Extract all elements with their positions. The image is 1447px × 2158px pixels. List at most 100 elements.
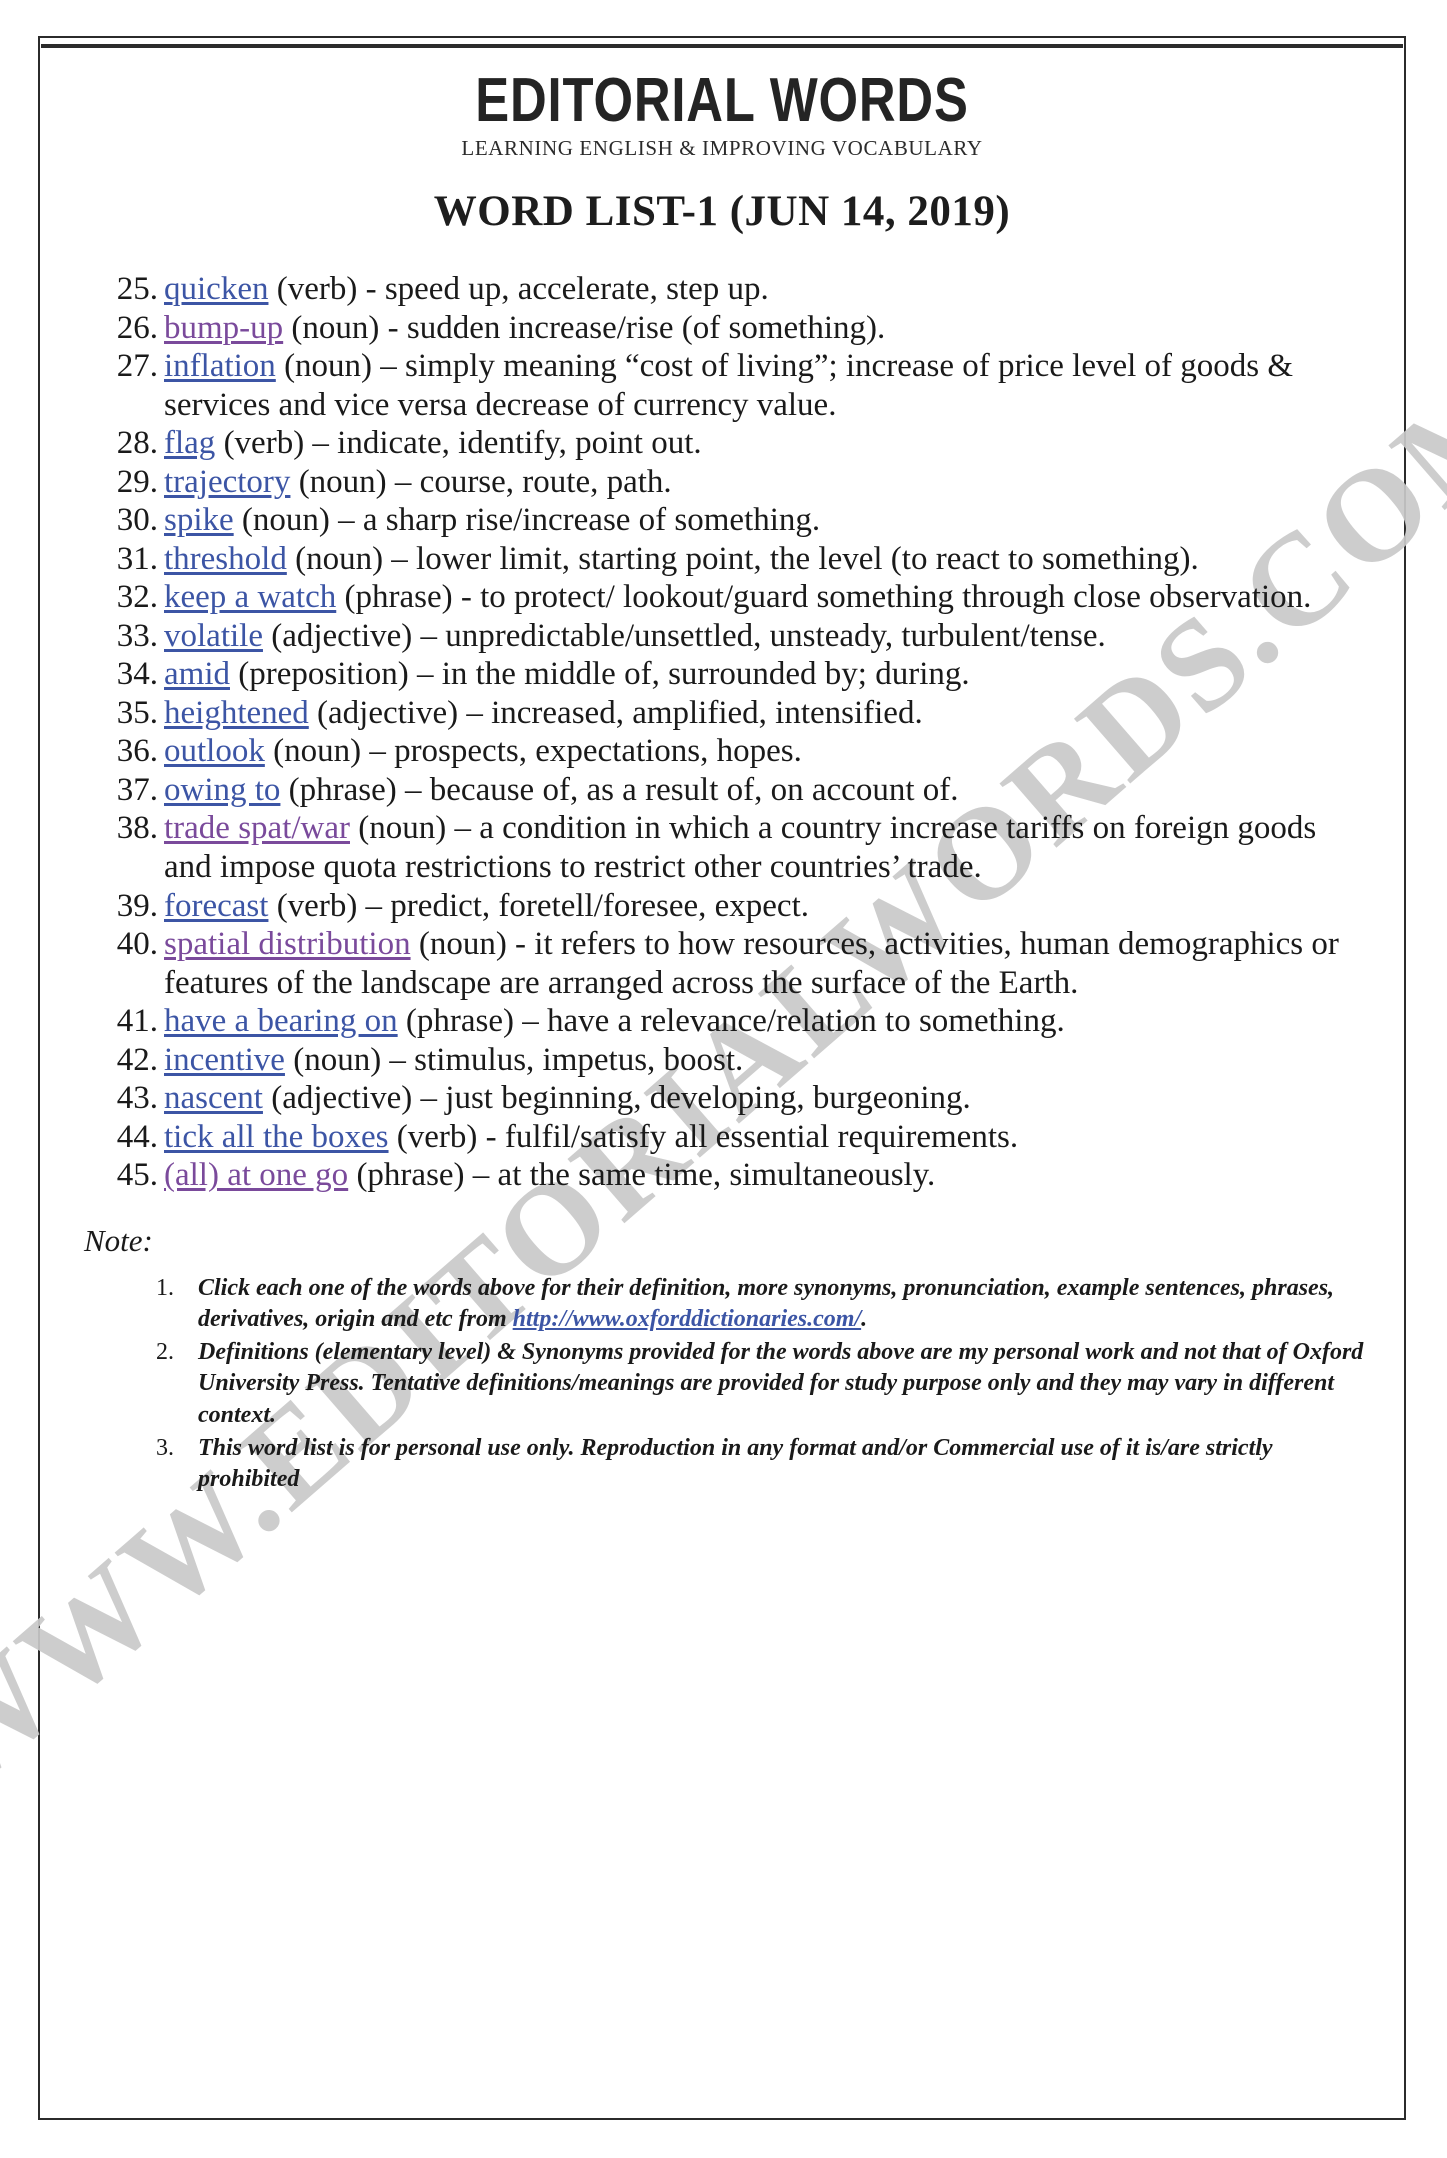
word-entry: 27. inflation (noun) – simply meaning “co… (100, 347, 1346, 424)
word-definition: (preposition) – in the middle of, surrou… (229, 656, 970, 693)
note-section: Note: 1. Click each one of the words abov… (40, 1223, 1404, 1495)
word-definition: (noun) – a sharp rise/increase of someth… (233, 502, 821, 539)
word-entry-number: 30. (116, 502, 158, 539)
word-entry-number: 32. (116, 579, 158, 616)
word-entry-number: 41. (116, 1003, 158, 1040)
word-headword-link[interactable]: outlook (164, 733, 265, 769)
word-definition: (adjective) – just beginning, developing… (262, 1080, 971, 1117)
word-definition: (phrase) – at the same time, simultaneou… (348, 1157, 936, 1194)
oxford-dictionaries-link[interactable]: http://www.oxforddictionaries.com/ (513, 1306, 861, 1332)
word-headword-link[interactable]: tick all the boxes (164, 1119, 389, 1155)
word-headword-link[interactable]: keep a watch (164, 579, 336, 615)
note-item: 1. Click each one of the words above for … (140, 1273, 1364, 1335)
masthead-rule (41, 44, 1403, 48)
word-headword-link[interactable]: volatile (164, 618, 263, 654)
word-definition: (noun) – course, route, path. (290, 463, 672, 500)
word-headword-link[interactable]: nascent (164, 1080, 263, 1116)
word-definition: (verb) - fulfil/satisfy all essential re… (388, 1118, 1019, 1155)
note-item: 2. Definitions (elementary level) & Synon… (140, 1337, 1364, 1431)
page-content: EDITORIAL WORDS LEARNING ENGLISH & IMPRO… (40, 38, 1404, 2118)
word-definition: (noun) – prospects, expectations, hopes. (264, 733, 802, 770)
word-entry-number: 26. (116, 309, 158, 346)
word-entry: 33. volatile (adjective) – unpredictable/… (100, 617, 1346, 656)
word-headword-link[interactable]: threshold (164, 541, 287, 577)
word-entry: 30. spike (noun) – a sharp rise/increase … (100, 501, 1346, 540)
brand-title: EDITORIAL WORDS (475, 66, 969, 135)
word-entry-number: 33. (116, 617, 158, 654)
word-headword-link[interactable]: quicken (164, 271, 268, 307)
word-entry: 39. forecast (verb) – predict, foretell/f… (100, 887, 1346, 926)
word-entry-number: 29. (116, 463, 158, 500)
word-entry-number: 45. (116, 1157, 158, 1194)
masthead: EDITORIAL WORDS LEARNING ENGLISH & IMPRO… (40, 38, 1404, 236)
word-entry: 26. bump-up (noun) - sudden increase/rise… (100, 309, 1346, 348)
word-entry-number: 39. (116, 887, 158, 924)
word-headword-link[interactable]: bump-up (164, 310, 283, 346)
word-entry: 36. outlook (noun) – prospects, expectati… (100, 732, 1346, 771)
word-entry: 25. quicken (verb) - speed up, accelerate… (100, 270, 1346, 309)
word-definition: (verb) – predict, foretell/foresee, expe… (268, 887, 809, 924)
word-definition: (verb) - speed up, accelerate, step up. (268, 271, 769, 307)
word-entry-number: 31. (116, 540, 158, 577)
word-entry-number: 43. (116, 1080, 158, 1117)
word-headword-link[interactable]: flag (164, 425, 215, 461)
word-entry: 42. incentive (noun) – stimulus, impetus,… (100, 1041, 1346, 1080)
note-list: 1. Click each one of the words above for … (84, 1273, 1364, 1495)
note-item-text: This word list is for personal use only.… (198, 1434, 1273, 1492)
word-headword-link[interactable]: incentive (164, 1042, 285, 1078)
word-definition: (phrase) – have a relevance/relation to … (397, 1003, 1065, 1040)
word-entry: 34. amid (preposition) – in the middle of… (100, 655, 1346, 694)
word-entry: 32. keep a watch (phrase) - to protect/ l… (100, 578, 1346, 617)
word-definition: (verb) – indicate, identify, point out. (215, 425, 702, 462)
page-title: WORD LIST-1 (JUN 14, 2019) (433, 188, 1011, 235)
word-definition: (phrase) – because of, as a result of, o… (280, 771, 959, 808)
word-entry-number: 35. (116, 694, 158, 731)
word-entry-number: 38. (116, 810, 158, 847)
word-entry-number: 44. (116, 1118, 158, 1155)
word-headword-link[interactable]: owing to (164, 772, 280, 808)
word-entry: 37. owing to (phrase) – because of, as a … (100, 771, 1346, 810)
word-headword-link[interactable]: inflation (164, 348, 276, 384)
word-headword-link[interactable]: (all) at one go (164, 1157, 348, 1193)
worksheet-page: WWW.EDITORIALWORDS.COM EDITORIAL WORDS L… (0, 0, 1447, 2158)
note-label: Note: (84, 1222, 153, 1258)
word-entry: 43. nascent (adjective) – just beginning,… (100, 1079, 1346, 1118)
word-entry-number: 27. (116, 348, 158, 385)
word-entry: 29. trajectory (noun) – course, route, pa… (100, 463, 1346, 502)
word-entry: 38. trade spat/war (noun) – a condition i… (100, 809, 1346, 886)
word-headword-link[interactable]: spike (164, 502, 234, 538)
word-entry-number: 37. (116, 771, 158, 808)
word-definition: (noun) – lower limit, starting point, th… (286, 540, 1199, 577)
word-headword-link[interactable]: amid (164, 656, 230, 692)
word-headword-link[interactable]: heightened (164, 695, 309, 731)
word-entry-number: 42. (116, 1041, 158, 1078)
word-definition: (phrase) - to protect/ lookout/guard som… (336, 579, 1312, 616)
word-definition: (noun) – simply meaning “cost of living”… (164, 348, 1294, 423)
word-entry-number: 34. (116, 656, 158, 693)
word-entry: 41. have a bearing on (phrase) – have a r… (100, 1002, 1346, 1041)
brand-tagline: LEARNING ENGLISH & IMPROVING VOCABULARY (461, 136, 983, 160)
word-definition: (noun) - sudden increase/rise (of someth… (283, 309, 886, 346)
word-headword-link[interactable]: trade spat/war (164, 810, 350, 846)
word-entry: 44. tick all the boxes (verb) - fulfil/sa… (100, 1118, 1346, 1157)
word-entry-number: 36. (116, 733, 158, 770)
note-item-number: 2. (156, 1339, 174, 1366)
word-entry-number: 40. (116, 926, 158, 963)
note-item-number: 3. (156, 1434, 174, 1461)
word-headword-link[interactable]: have a bearing on (164, 1003, 398, 1039)
note-item: 3. This word list is for personal use onl… (140, 1433, 1364, 1495)
word-entry: 35. heightened (adjective) – increased, a… (100, 694, 1346, 733)
word-entry: 40. spatial distribution (noun) - it refe… (100, 925, 1346, 1002)
word-headword-link[interactable]: trajectory (164, 464, 290, 500)
note-item-text-trailing: . (861, 1305, 868, 1332)
word-list: 25. quicken (verb) - speed up, accelerate… (40, 270, 1404, 1195)
note-item-number: 1. (156, 1274, 174, 1301)
word-entry-number: 28. (116, 425, 158, 462)
word-headword-link[interactable]: spatial distribution (164, 926, 411, 962)
word-definition: (adjective) – increased, amplified, inte… (308, 694, 923, 731)
word-entry: 45. (all) at one go (phrase) – at the sam… (100, 1156, 1346, 1195)
word-definition: (adjective) – unpredictable/unsettled, u… (262, 617, 1106, 654)
word-entry: 31. threshold (noun) – lower limit, start… (100, 540, 1346, 579)
word-headword-link[interactable]: forecast (164, 888, 268, 924)
word-definition: (noun) – stimulus, impetus, boost. (284, 1041, 744, 1078)
